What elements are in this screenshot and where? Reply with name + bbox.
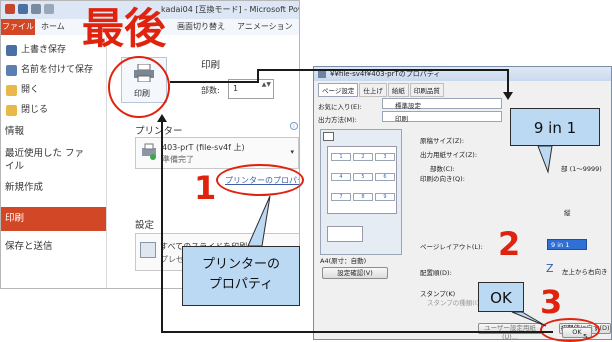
callout-properties-tail xyxy=(247,195,271,247)
callout-9in1-tail xyxy=(537,145,553,174)
callout-ok-tail xyxy=(511,311,547,327)
arrow-head-icon xyxy=(503,92,513,100)
annotation-arrows xyxy=(157,69,553,333)
arrow-ok-to-print xyxy=(161,118,553,333)
arrow-print-to-dialog xyxy=(170,69,509,96)
arrow-head-icon xyxy=(157,114,167,122)
